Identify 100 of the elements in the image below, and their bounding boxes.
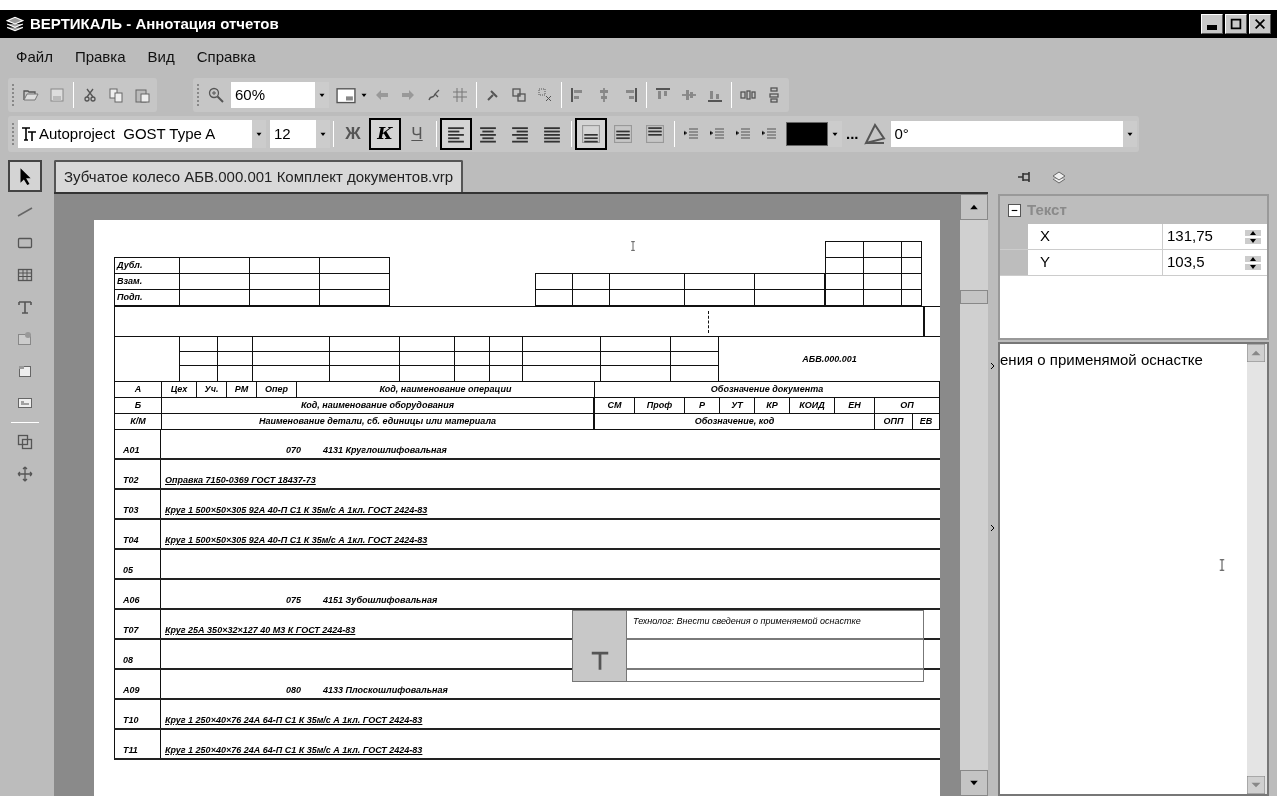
menu-item[interactable]: Вид: [147, 45, 175, 69]
tool-description: Круг 1 500×50×305 92А 40-П С1 К 35м/с А 1кл. ГОСТ 2424-83: [165, 536, 428, 545]
valign-bottom-button[interactable]: [575, 118, 607, 150]
label-tool-icon: [17, 395, 33, 411]
column-header: А: [134, 385, 142, 394]
tool-description: Оправка 7150-0369 ГОСТ 18437-73: [165, 476, 316, 485]
open-folder-icon: [23, 87, 39, 103]
indent-icon: [735, 126, 751, 142]
column-header: СМ: [607, 401, 622, 410]
underline-button[interactable]: Ч: [401, 118, 433, 150]
font-size-dropdown[interactable]: 12: [270, 120, 330, 148]
grid-icon: [452, 87, 468, 103]
rectangle-tool-icon: [17, 235, 33, 251]
column-header: Обозначение документа: [710, 385, 824, 394]
up-arrow-icon[interactable]: [1247, 344, 1265, 362]
pin-icon: [1017, 169, 1033, 185]
tool-description: Круг 1 250×40×76 24А 64-П С1 К 35м/с А 1кл. ГОСТ 2424-83: [165, 746, 423, 755]
property-value: 131,75: [1167, 226, 1214, 247]
row-code: 05: [123, 566, 133, 575]
paste-icon: [134, 87, 150, 103]
row-code: Т03: [123, 506, 139, 515]
indent-icon: [709, 126, 725, 142]
font-dropdown[interactable]: Autoproject GOST Type A: [18, 120, 266, 148]
angle-value: 0°: [893, 123, 910, 144]
close-button[interactable]: [1249, 14, 1271, 34]
font-icon: [21, 126, 37, 142]
zoom-icon: [208, 87, 224, 103]
minimize-icon: [1207, 25, 1217, 30]
spinner-icon[interactable]: [1245, 253, 1261, 272]
column-header: Код, наименование операции: [379, 385, 512, 394]
column-header: ЕВ: [919, 417, 933, 426]
row-code: Т07: [123, 626, 139, 635]
valign-middle-icon: [614, 125, 632, 143]
row-code: Т10: [123, 716, 139, 725]
tool-description: Круг 1 250×40×76 24А 64-П С1 К 35м/с А 1кл. ГОСТ 2424-83: [165, 716, 423, 725]
column-header: Проф: [646, 401, 673, 410]
italic-button[interactable]: К: [369, 118, 401, 150]
indent-icon: [683, 126, 699, 142]
text-cursor-icon: [628, 238, 638, 254]
stamp-label: Подп.: [117, 293, 143, 302]
align-center-icon: [479, 125, 497, 143]
property-row[interactable]: X 131,75: [1000, 224, 1267, 250]
bold-button[interactable]: Ж: [337, 118, 369, 150]
minimize-button[interactable]: [1201, 14, 1223, 34]
operation-name: 4131 Круглошлифовальная: [323, 446, 447, 455]
distribute-horizontal-icon: [740, 87, 756, 103]
document-code: АБВ.000.001: [802, 354, 857, 364]
collapse-toggle[interactable]: [1008, 203, 1021, 217]
tool-description: Круг 1 500×50×305 92А 40-П С1 К 35м/с А 1кл. ГОСТ 2424-83: [165, 506, 428, 515]
maximize-button[interactable]: [1225, 14, 1247, 34]
pointer-button[interactable]: [8, 160, 42, 192]
stamp-label: Дубл.: [117, 261, 143, 270]
align-justify-icon: [543, 125, 561, 143]
copy-icon: [108, 87, 124, 103]
maximize-icon: [1229, 17, 1243, 31]
arrow-right-icon: [400, 87, 416, 103]
close-icon: [1253, 17, 1267, 31]
column-header: Код, наименование оборудования: [301, 401, 454, 410]
menu-item[interactable]: Файл: [16, 45, 53, 69]
indent-icon: [761, 126, 777, 142]
vertical-scrollbar[interactable]: [960, 194, 988, 796]
property-name: X: [1040, 226, 1050, 247]
align-middle-icon: [681, 87, 697, 103]
scroll-up-button[interactable]: [960, 194, 988, 220]
note-text-area[interactable]: ения о применямой оснастке: [998, 342, 1269, 796]
valign-bottom-icon: [582, 125, 600, 143]
layers-icon: [1051, 169, 1067, 185]
operation-name: 4133 Плоскошлифовальная: [323, 686, 448, 695]
frames-tool-icon: [17, 434, 33, 450]
column-header: Опер: [265, 385, 288, 394]
scroll-thumb[interactable]: [960, 290, 988, 304]
angle-icon: [862, 122, 887, 146]
angle-dropdown[interactable]: 0°: [890, 121, 1137, 147]
scroll-down-button[interactable]: [960, 770, 988, 796]
column-header: КР: [766, 401, 778, 410]
column-header: Р: [699, 401, 705, 410]
color-dropdown[interactable]: [786, 121, 842, 147]
valign-top-icon: [646, 125, 664, 143]
menu-item[interactable]: Правка: [74, 45, 126, 69]
column-header: К/М: [130, 417, 146, 426]
operation-name: 4151 Зубошлифовальная: [323, 596, 438, 605]
row-code: Т04: [123, 536, 139, 545]
menu-item[interactable]: Справка: [196, 45, 256, 69]
property-row[interactable]: Y 103,5: [1000, 250, 1267, 276]
stamp-cell: [250, 274, 320, 290]
zoom-dropdown[interactable]: 60%: [231, 82, 329, 108]
spinner-icon[interactable]: [1245, 227, 1261, 246]
row-code: А06: [123, 596, 140, 605]
table-tool-icon: [17, 267, 33, 283]
property-name: Y: [1040, 252, 1050, 273]
document-tab[interactable]: Зубчатое колесо АБВ.000.001 Комплект документов.vrp: [54, 160, 464, 192]
annotation-note[interactable]: Технолог: Внести сведения о применяемой оснастке: [572, 610, 924, 682]
more-button[interactable]: ...: [842, 122, 863, 146]
align-left-button[interactable]: [440, 118, 472, 150]
note-text: ения о применямой оснастке: [1000, 351, 1203, 368]
column-header: Б: [134, 401, 142, 410]
row-code: А01: [123, 446, 140, 455]
group-icon: [511, 87, 527, 103]
column-header: УТ: [731, 401, 743, 410]
down-arrow-icon[interactable]: [1247, 776, 1265, 794]
